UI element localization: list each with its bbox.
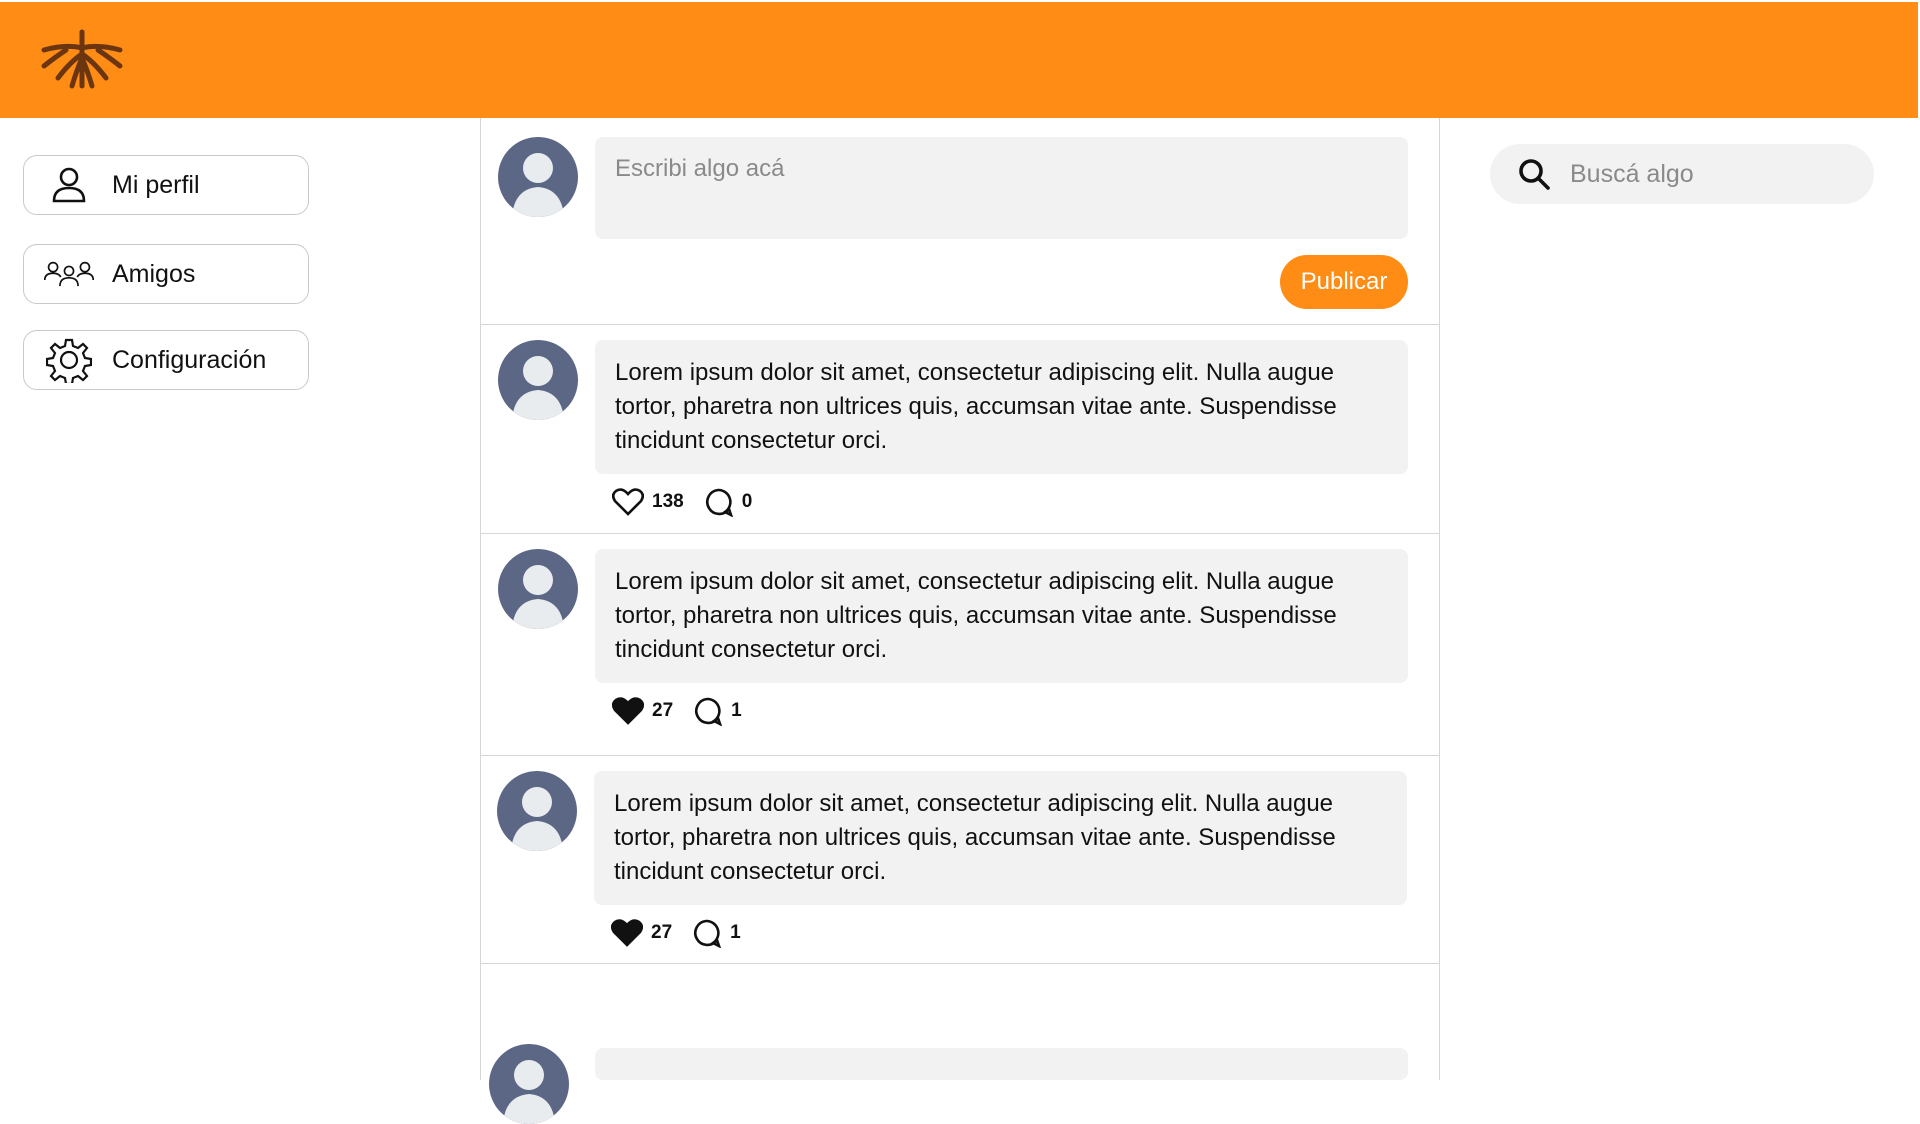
heart-filled-icon[interactable] [612, 695, 644, 727]
post-text: Lorem ipsum dolor sit amet, consectetur … [594, 771, 1407, 905]
users-group-icon [44, 249, 94, 299]
post-actions: 27 1 [611, 917, 741, 949]
post-text: Lorem ipsum dolor sit amet, consectetur … [595, 340, 1408, 474]
avatar[interactable] [498, 549, 578, 629]
divider [481, 324, 1439, 325]
search-icon [1516, 156, 1552, 192]
gear-icon [44, 335, 94, 385]
search-input[interactable] [1568, 158, 1852, 190]
post-text [595, 1048, 1408, 1080]
comment-count: 0 [741, 491, 753, 512]
divider [481, 533, 1439, 534]
sidebar-item-label: Amigos [112, 259, 196, 288]
sidebar-item-amigos[interactable]: Amigos [23, 244, 309, 304]
comment-count: 1 [731, 700, 742, 721]
sidebar-item-configuracion[interactable]: Configuración [23, 330, 309, 390]
heart-filled-icon[interactable] [611, 917, 643, 949]
like-count: 27 [651, 922, 673, 943]
sidebar-item-label: Configuración [112, 345, 267, 374]
post-actions: 27 1 [612, 695, 742, 727]
post-actions: 138 0 [612, 486, 752, 518]
top-header [0, 2, 1918, 118]
publish-button[interactable]: Publicar [1280, 255, 1408, 309]
divider [481, 963, 1439, 964]
post-text: Lorem ipsum dolor sit amet, consectetur … [595, 549, 1408, 683]
like-count: 138 [652, 491, 684, 512]
comment-count: 1 [730, 922, 741, 943]
heart-outline-icon[interactable] [612, 486, 644, 518]
user-icon [44, 160, 94, 210]
post-composer-input[interactable] [595, 137, 1408, 239]
search-bar[interactable] [1490, 144, 1874, 204]
avatar[interactable] [498, 137, 578, 217]
sidebar-item-label: Mi perfil [112, 170, 200, 199]
comment-icon[interactable] [690, 917, 722, 949]
tree-roots-logo[interactable] [36, 28, 128, 92]
avatar[interactable] [497, 771, 577, 851]
like-count: 27 [652, 700, 674, 721]
divider [481, 755, 1439, 756]
comment-icon[interactable] [691, 695, 723, 727]
comment-icon[interactable] [702, 486, 734, 518]
avatar[interactable] [489, 1044, 569, 1124]
sidebar-item-mi-perfil[interactable]: Mi perfil [23, 155, 309, 215]
avatar[interactable] [498, 340, 578, 420]
